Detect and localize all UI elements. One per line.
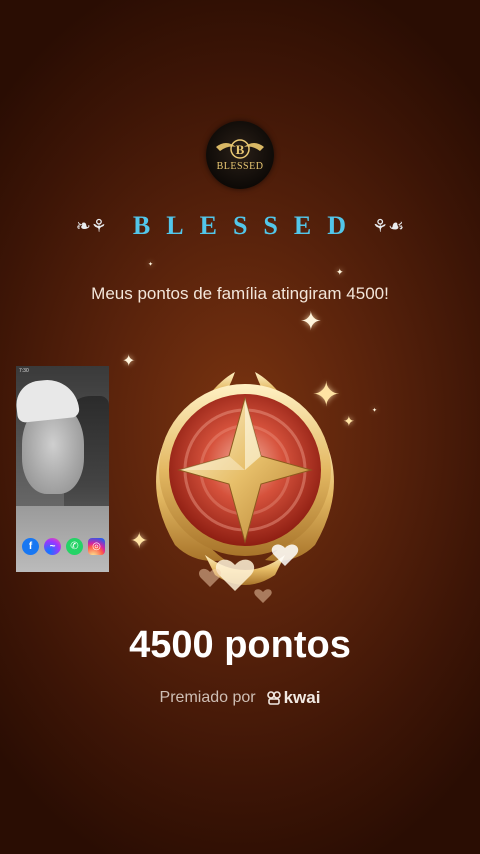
awarded-by: Premiado por kwai — [0, 688, 480, 708]
family-logo: B BLESSED — [206, 121, 274, 189]
sparkle-icon: ✦ — [336, 267, 344, 277]
video-call-window[interactable]: 7:30 f ~ ✆ ◎ — [16, 366, 109, 572]
sparkle-icon: ✦ — [300, 306, 322, 336]
svg-text:B: B — [236, 142, 245, 157]
wings-icon: B — [216, 139, 264, 159]
achievement-headline: Meus pontos de família atingiram 4500! — [91, 284, 389, 303]
messenger-icon[interactable]: ~ — [44, 538, 61, 555]
logo-text: BLESSED — [216, 161, 264, 172]
medal-icon — [156, 372, 334, 603]
family-name: BLESSED — [132, 211, 362, 240]
sparkle-icon: ✦ — [372, 408, 378, 414]
kwai-logo-icon — [266, 691, 281, 705]
ornament-left-icon: ❧⚘ — [75, 215, 107, 236]
whatsapp-icon[interactable]: ✆ — [66, 538, 83, 555]
sparkle-icon: ✦ — [148, 262, 154, 268]
status-time: 7:30 — [19, 368, 29, 374]
pip-cap — [16, 376, 80, 424]
facebook-icon[interactable]: f — [22, 538, 39, 555]
ornament-right-icon: ⚘☙ — [372, 215, 405, 236]
app-icons-row: f ~ ✆ ◎ — [22, 538, 105, 555]
points-total: 4500 pontos — [129, 624, 351, 666]
kwai-brand: kwai — [266, 688, 321, 708]
instagram-icon[interactable]: ◎ — [88, 538, 105, 555]
family-name-banner: ❧⚘ BLESSED ⚘☙ — [0, 206, 480, 246]
kwai-label: kwai — [283, 688, 321, 707]
awarded-by-label: Premiado por — [159, 689, 256, 706]
sparkle-icon: ✦ — [122, 353, 136, 370]
